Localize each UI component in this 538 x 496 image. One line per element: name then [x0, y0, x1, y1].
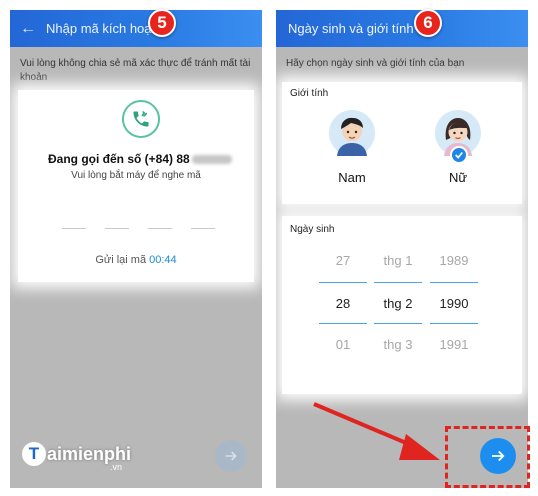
month-picker[interactable]: thg 1 thg 2 thg 3 [374, 240, 422, 366]
resend-label[interactable]: Gửi lại mã [95, 254, 146, 266]
pickup-instruction: Vui lòng bắt máy để nghe mã [71, 170, 201, 181]
next-button-disabled[interactable] [215, 440, 247, 472]
day-option[interactable]: 27 [319, 240, 367, 282]
otp-slot[interactable] [148, 228, 172, 229]
gender-label: Giới tính [290, 88, 329, 99]
day-picker[interactable]: 27 28 01 [319, 240, 367, 366]
otp-slot[interactable] [62, 228, 86, 229]
birthdate-card: Ngày sinh 27 28 01 thg 1 thg 2 thg 3 198… [282, 216, 522, 394]
app-header: ← Nhập mã kích hoạt [10, 10, 262, 47]
logo-mark: T [22, 442, 46, 466]
step-badge-6: 6 [414, 9, 442, 37]
female-label: Nữ [448, 170, 468, 185]
info-text: Vui lòng không chia sẻ mã xác thực để tr… [20, 58, 251, 83]
otp-slot[interactable] [191, 228, 215, 229]
month-option-selected[interactable]: thg 2 [374, 282, 422, 324]
back-arrow-icon[interactable]: ← [10, 20, 46, 38]
incoming-call-icon [122, 100, 160, 138]
watermark-logo: T aimienphi .vn [22, 442, 131, 472]
blurred-number [191, 155, 232, 165]
arrow-right-icon [225, 451, 237, 461]
male-avatar-icon [329, 110, 375, 156]
day-option-selected[interactable]: 28 [319, 282, 367, 324]
gender-option-female[interactable]: Nữ [428, 110, 488, 185]
header-title: Nhập mã kích hoạt [46, 21, 156, 36]
year-option[interactable]: 1991 [430, 324, 478, 366]
birthdate-label: Ngày sinh [290, 224, 335, 235]
resend-timer: 00:44 [149, 254, 177, 266]
female-avatar-icon [435, 110, 481, 164]
otp-input[interactable] [62, 228, 215, 229]
day-option[interactable]: 01 [319, 324, 367, 366]
info-text: Hãy chọn ngày sinh và giới tính của bạn [286, 58, 465, 69]
logo-suffix: .vn [110, 462, 123, 472]
month-option[interactable]: thg 1 [374, 240, 422, 282]
highlight-box [445, 426, 530, 488]
screen-verify-code: ← Nhập mã kích hoạt Vui lòng không chia … [10, 10, 262, 488]
header-title: Ngày sinh và giới tính [288, 21, 414, 36]
year-picker[interactable]: 1989 1990 1991 [430, 240, 478, 366]
resend-code[interactable]: Gửi lại mã 00:44 [18, 254, 254, 266]
gender-card: Giới tính Nam Nữ [282, 82, 522, 204]
calling-number-text: Đang gọi đến số (+84) 88 [48, 152, 232, 166]
gender-option-male[interactable]: Nam [322, 110, 382, 185]
step-badge-5: 5 [148, 9, 176, 37]
male-label: Nam [338, 170, 366, 185]
pointer-arrow-icon [313, 402, 440, 460]
check-icon [450, 146, 468, 164]
call-card: Đang gọi đến số (+84) 88 Vui lòng bắt má… [18, 90, 254, 282]
year-option[interactable]: 1989 [430, 240, 478, 282]
app-header: Ngày sinh và giới tính [276, 10, 528, 47]
year-option-selected[interactable]: 1990 [430, 282, 478, 324]
calling-text: Đang gọi đến số (+84) 88 [48, 152, 190, 166]
otp-slot[interactable] [105, 228, 129, 229]
month-option[interactable]: thg 3 [374, 324, 422, 366]
